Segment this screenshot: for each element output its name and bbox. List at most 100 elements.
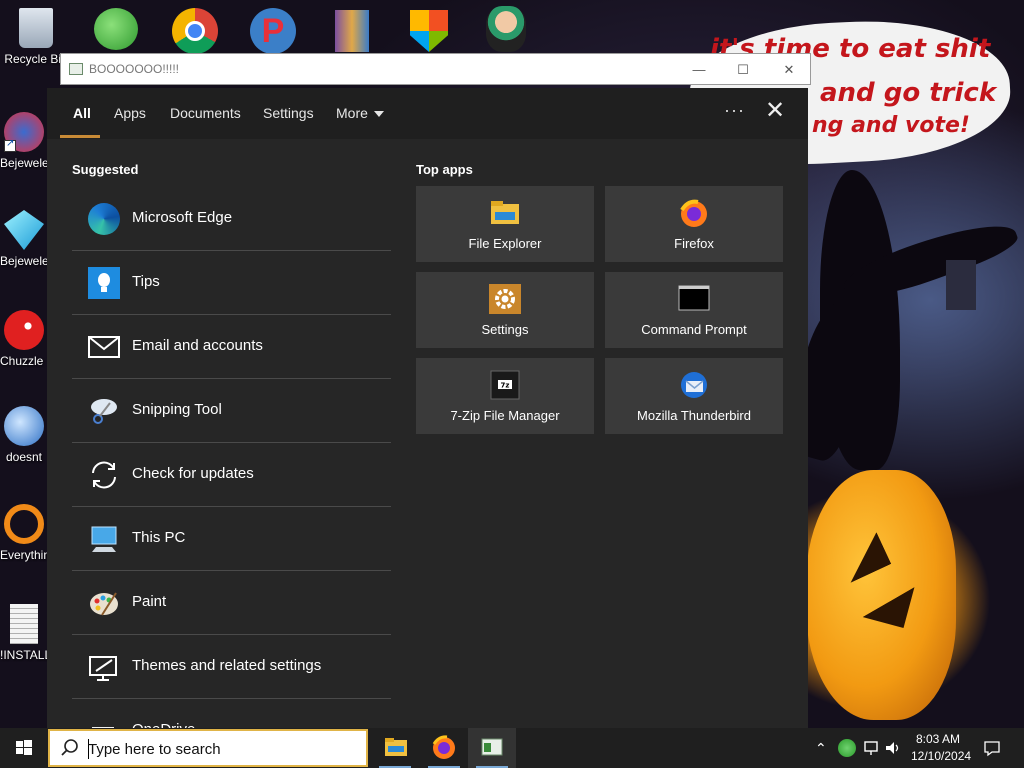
windows-shield-icon[interactable]: [410, 10, 448, 52]
desktop-icon-chuzzle[interactable]: Chuzzle Deluxe: [0, 310, 48, 368]
search-icon: [61, 739, 78, 756]
chevron-down-icon: [373, 111, 384, 118]
suggested-item-label: Email and accounts: [132, 337, 263, 354]
suggested-item-label: Themes and related settings: [132, 657, 322, 674]
desktop-icon-bejeweled[interactable]: Bejeweled Deluxe: [0, 112, 48, 170]
clock-date[interactable]: 12/10/2024: [911, 749, 971, 763]
gear-icon: [489, 284, 521, 314]
taskbar-search-input[interactable]: Type here to search: [48, 729, 368, 767]
tab-documents[interactable]: Documents: [170, 105, 241, 121]
bejeweled-icon: [4, 112, 44, 152]
pumpkin-mouth: [863, 587, 930, 643]
suggested-item-label: Paint: [132, 593, 167, 610]
taskbar-window-app[interactable]: [468, 728, 516, 768]
bejeweled-diamond-icon: [4, 210, 44, 250]
chrome-icon[interactable]: [172, 8, 218, 54]
suggested-item-themes[interactable]: Themes and related settings: [72, 635, 391, 699]
text-file-icon: [10, 604, 38, 644]
background-window-titlebar[interactable]: BOOOOOOO!!!!! — ☐ ✕: [60, 53, 811, 85]
notifications-icon[interactable]: [983, 739, 1001, 757]
top-app-7zip[interactable]: 7z 7-Zip File Manager: [416, 358, 594, 434]
desktop-icon-everything[interactable]: Everything: [0, 504, 48, 562]
suggested-item-edge[interactable]: Microsoft Edge: [72, 187, 391, 251]
tab-more[interactable]: More: [336, 105, 384, 121]
desktop-icon-install[interactable]: !INSTALL: [0, 604, 48, 662]
windows-logo-icon: [16, 740, 32, 755]
close-search-button[interactable]: ✕: [765, 98, 785, 124]
folder-icon: [491, 201, 519, 224]
command-prompt-icon: [678, 285, 710, 311]
tab-apps[interactable]: Apps: [114, 105, 146, 121]
recycle-bin-icon: [19, 8, 53, 48]
paint-palette-icon: [90, 592, 118, 616]
maximize-button[interactable]: ☐: [723, 58, 763, 82]
themes-icon: [89, 656, 117, 681]
more-options-button[interactable]: ···: [724, 100, 745, 121]
active-tab-indicator: [60, 135, 100, 138]
search-placeholder: Type here to search: [88, 741, 221, 758]
sync-icon: [92, 461, 116, 489]
tab-settings[interactable]: Settings: [263, 105, 314, 121]
suggested-item-this-pc[interactable]: This PC: [72, 507, 391, 571]
suggested-item-email[interactable]: Email and accounts: [72, 315, 391, 379]
pidgin-p-icon[interactable]: P: [250, 8, 296, 54]
clock-time[interactable]: 8:03 AM: [913, 732, 963, 746]
jack-o-lantern: [806, 470, 956, 720]
top-app-label: Command Prompt: [641, 322, 747, 337]
suggested-item-label: Snipping Tool: [132, 401, 222, 418]
desktop-icon-label: !INSTALL: [0, 648, 48, 662]
chevron-up-icon[interactable]: ⌃: [815, 739, 833, 757]
close-window-button[interactable]: ✕: [769, 58, 809, 82]
network-icon[interactable]: [862, 739, 880, 757]
tab-all[interactable]: All: [73, 105, 91, 121]
top-app-label: Mozilla Thunderbird: [637, 408, 751, 423]
7zip-icon: 7z: [490, 370, 520, 400]
search-flyout: All Apps Documents Settings More ··· ✕ S…: [47, 88, 808, 741]
start-button[interactable]: [0, 728, 48, 768]
pumpkin-eye: [836, 532, 892, 583]
wallpaper-text-line2: and go trick: [820, 78, 997, 108]
window-app-icon: [69, 63, 83, 75]
edge-icon: [88, 203, 120, 235]
winrar-icon[interactable]: [335, 10, 369, 52]
top-app-label: 7-Zip File Manager: [450, 408, 560, 423]
desktop-icon-bejeweled-2[interactable]: Bejeweled Deluxe: [0, 210, 48, 268]
top-app-thunderbird[interactable]: Mozilla Thunderbird: [605, 358, 783, 434]
desktop-icon-label: Bejeweled Deluxe: [0, 254, 48, 268]
top-app-command-prompt[interactable]: Command Prompt: [605, 272, 783, 348]
computer-icon: [91, 526, 117, 552]
desktop-icon-label: Everything: [0, 548, 48, 562]
top-app-firefox[interactable]: Firefox: [605, 186, 783, 262]
wallpaper-text-line3: ng and vote!: [812, 113, 970, 138]
file-explorer-icon: [385, 738, 407, 756]
taskbar-file-explorer[interactable]: [371, 728, 419, 768]
thunderbird-icon: [4, 406, 44, 446]
desktop-icon-thunderbird[interactable]: doesnt: [0, 406, 48, 464]
suggested-heading: Suggested: [72, 162, 139, 177]
suggested-item-paint[interactable]: Paint: [72, 571, 391, 635]
chuzzle-icon: [4, 310, 44, 350]
desktop-icon-label: doesnt: [5, 450, 43, 464]
minimize-button[interactable]: —: [679, 58, 719, 82]
desktop-icon-label: Bejeweled Deluxe: [0, 156, 48, 170]
firefox-icon: [432, 735, 455, 759]
top-app-settings[interactable]: Settings: [416, 272, 594, 348]
top-app-file-explorer[interactable]: File Explorer: [416, 186, 594, 262]
suggested-item-label: Check for updates: [132, 465, 254, 482]
suggested-item-check-updates[interactable]: Check for updates: [72, 443, 391, 507]
top-app-label: Settings: [481, 322, 529, 337]
house-silhouette: [946, 260, 976, 310]
suggested-item-tips[interactable]: Tips: [72, 251, 391, 315]
svg-text:7z: 7z: [501, 382, 510, 390]
volume-icon[interactable]: [884, 739, 902, 757]
messenger-tray-icon[interactable]: [838, 739, 856, 757]
desktop-icon-label: Chuzzle Deluxe: [0, 354, 48, 368]
taskbar-firefox[interactable]: [420, 728, 468, 768]
suggested-item-snipping-tool[interactable]: Snipping Tool: [72, 379, 391, 443]
snipping-tool-icon: [91, 399, 117, 424]
game-character-icon[interactable]: [486, 6, 526, 52]
window-title: BOOOOOOO!!!!!: [89, 62, 180, 76]
tips-lightbulb-icon: [88, 267, 120, 299]
messenger-icon[interactable]: [94, 8, 138, 50]
thunderbird-icon: [681, 372, 707, 398]
